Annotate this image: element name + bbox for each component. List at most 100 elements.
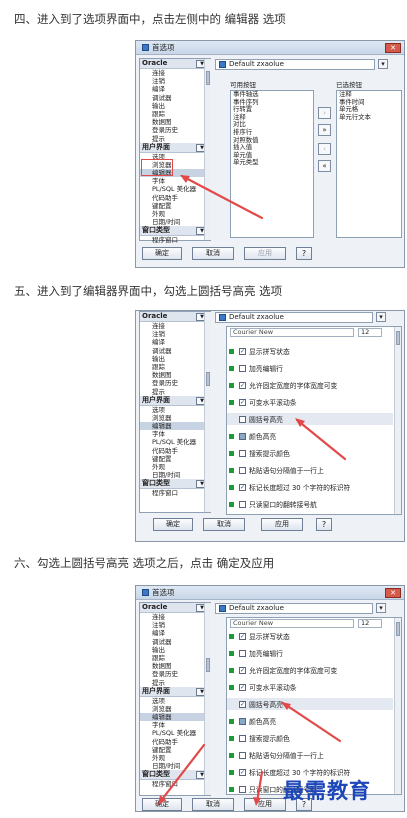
nav-item[interactable]: 编译 (140, 629, 210, 637)
nav-item[interactable]: 跟踪 (140, 363, 210, 371)
font-name-field[interactable]: Courier New (230, 328, 354, 337)
move-all-right-button[interactable]: » (318, 124, 331, 136)
editor-option-row[interactable]: 粘贴语句分隔值于一行上 (227, 464, 393, 476)
tree-scrollbar[interactable] (204, 603, 211, 795)
group-header-window[interactable]: 窗口类型 ▼ (140, 770, 210, 781)
nav-item[interactable]: PL/SQL 美化器 (140, 185, 210, 193)
checkbox-icon[interactable] (239, 734, 246, 742)
font-size-field[interactable]: 12 (358, 619, 382, 628)
nav-item[interactable]: PL/SQL 美化器 (140, 729, 210, 737)
nav-item[interactable]: 连接 (140, 613, 210, 621)
editor-option-row[interactable]: 只读窗口的翻转接号航 (227, 498, 393, 510)
nav-item[interactable]: 选项 (140, 406, 210, 414)
nav-item[interactable]: 键配置 (140, 746, 210, 754)
profile-select[interactable]: Default zxaolue (215, 312, 373, 323)
group-header-oracle[interactable]: Oracle ▼ (140, 603, 210, 613)
nav-item[interactable]: 程序窗口 (140, 489, 210, 497)
checkbox-icon[interactable]: ✓ (239, 381, 246, 389)
nav-item[interactable]: 外观 (140, 754, 210, 762)
nav-item[interactable]: 调试器 (140, 638, 210, 646)
nav-item[interactable]: 程序窗口 (140, 236, 210, 244)
available-buttons-list[interactable]: 事件轴选 事件序列 行转置 注释 对比 排序行 对照数值 插入值 单元值 单元类型 (230, 90, 314, 238)
move-right-button[interactable]: › (318, 107, 331, 119)
checkbox-icon[interactable]: ✓ (239, 347, 246, 355)
nav-item[interactable]: 注销 (140, 77, 210, 85)
checkbox-icon[interactable]: ✓ (239, 483, 246, 491)
nav-item[interactable]: 代码助手 (140, 447, 210, 455)
editor-option-row[interactable]: 颜色高亮 (227, 430, 393, 442)
nav-item[interactable]: 登录历史 (140, 126, 210, 134)
font-name-field[interactable]: Courier New (230, 619, 354, 628)
settings-scrollbar[interactable] (394, 327, 401, 514)
color-swatch[interactable] (239, 432, 246, 440)
nav-item[interactable]: 登录历史 (140, 670, 210, 678)
scrollbar-thumb[interactable] (206, 658, 210, 672)
nav-item[interactable]: 程序窗口 (140, 780, 210, 788)
list-item[interactable]: 单元类型 (231, 159, 313, 167)
group-header-oracle[interactable]: Oracle ▼ (140, 59, 210, 69)
nav-item[interactable]: 连接 (140, 69, 210, 77)
editor-option-row[interactable]: 粘贴语句分隔值于一行上 (227, 749, 393, 761)
checkbox-icon[interactable]: ✓ (239, 683, 246, 691)
move-left-button[interactable]: ‹ (318, 143, 331, 155)
group-header-oracle[interactable]: Oracle ▼ (140, 312, 210, 322)
chevron-down-icon[interactable]: ▾ (378, 59, 388, 69)
close-icon[interactable]: ✕ (385, 588, 401, 598)
nav-item[interactable]: 编辑器 (140, 422, 210, 431)
checkbox-icon[interactable] (239, 415, 246, 423)
editor-option-row[interactable]: 圆括号高亮 (227, 413, 393, 425)
editor-option-row[interactable]: 搜索提示颜色 (227, 732, 393, 744)
checkbox-icon[interactable] (239, 649, 246, 657)
editor-option-row[interactable]: ✓ 显示拼写状态 (227, 630, 393, 642)
profile-select[interactable]: Default zxaolue (215, 603, 373, 614)
tree-scrollbar[interactable] (204, 312, 211, 512)
cancel-button[interactable]: 取消 (203, 518, 245, 531)
help-icon[interactable]: ? (296, 247, 312, 260)
nav-item[interactable]: 登录历史 (140, 379, 210, 387)
nav-item[interactable]: 浏览器 (140, 414, 210, 422)
checkbox-icon[interactable]: ✓ (239, 398, 246, 406)
apply-button[interactable]: 应用 (244, 798, 286, 811)
nav-item[interactable]: 键配置 (140, 455, 210, 463)
help-icon[interactable]: ? (316, 518, 332, 531)
checkbox-icon[interactable] (239, 466, 246, 474)
chevron-down-icon[interactable]: ▾ (376, 312, 386, 322)
scrollbar-thumb[interactable] (396, 331, 400, 345)
nav-item[interactable]: 选项 (140, 697, 210, 705)
group-header-ui[interactable]: 用户界面 ▼ (140, 142, 210, 153)
editor-option-row[interactable]: 加亮编辑行 (227, 362, 393, 374)
checkbox-icon[interactable]: ✓ (239, 632, 246, 640)
editor-option-row[interactable]: 颜色高亮 (227, 715, 393, 727)
ok-button[interactable]: 确定 (142, 798, 182, 811)
editor-option-row[interactable]: ✓ 显示拼写状态 (227, 345, 393, 357)
settings-scrollbar[interactable] (394, 618, 401, 794)
checkbox-icon[interactable] (239, 751, 246, 759)
group-header-window[interactable]: 窗口类型 ▼ (140, 479, 210, 490)
nav-item[interactable]: 调试器 (140, 94, 210, 102)
ok-button[interactable]: 确定 (153, 518, 193, 531)
nav-item[interactable]: 提示 (140, 388, 210, 396)
group-header-window[interactable]: 窗口类型 ▼ (140, 226, 210, 237)
nav-item[interactable]: 注销 (140, 621, 210, 629)
apply-button[interactable]: 应用 (244, 247, 286, 260)
move-all-left-button[interactable]: « (318, 160, 331, 172)
ok-button[interactable]: 确定 (142, 247, 182, 260)
nav-item[interactable]: 编译 (140, 338, 210, 346)
nav-item[interactable]: 编译 (140, 85, 210, 93)
editor-option-row[interactable]: ✓ 圆括号高亮 (227, 698, 393, 710)
nav-item[interactable]: 提示 (140, 679, 210, 687)
nav-item[interactable]: PL/SQL 美化器 (140, 438, 210, 446)
nav-item[interactable]: 跟踪 (140, 654, 210, 662)
nav-item[interactable]: 调试器 (140, 347, 210, 355)
group-header-ui[interactable]: 用户界面 ▼ (140, 395, 210, 406)
font-size-field[interactable]: 12 (358, 328, 382, 337)
checkbox-icon[interactable] (239, 364, 246, 372)
chevron-down-icon[interactable]: ▾ (376, 603, 386, 613)
cancel-button[interactable]: 取消 (192, 798, 234, 811)
nav-item[interactable]: 跟踪 (140, 110, 210, 118)
color-swatch[interactable] (239, 717, 246, 725)
editor-option-row[interactable]: ✓ 可变水平滚动条 (227, 396, 393, 408)
nav-item[interactable]: 输出 (140, 355, 210, 363)
editor-option-row[interactable]: ✓ 允许固定宽度的字体宽度可变 (227, 664, 393, 676)
checkbox-icon[interactable]: ✓ (239, 666, 246, 674)
